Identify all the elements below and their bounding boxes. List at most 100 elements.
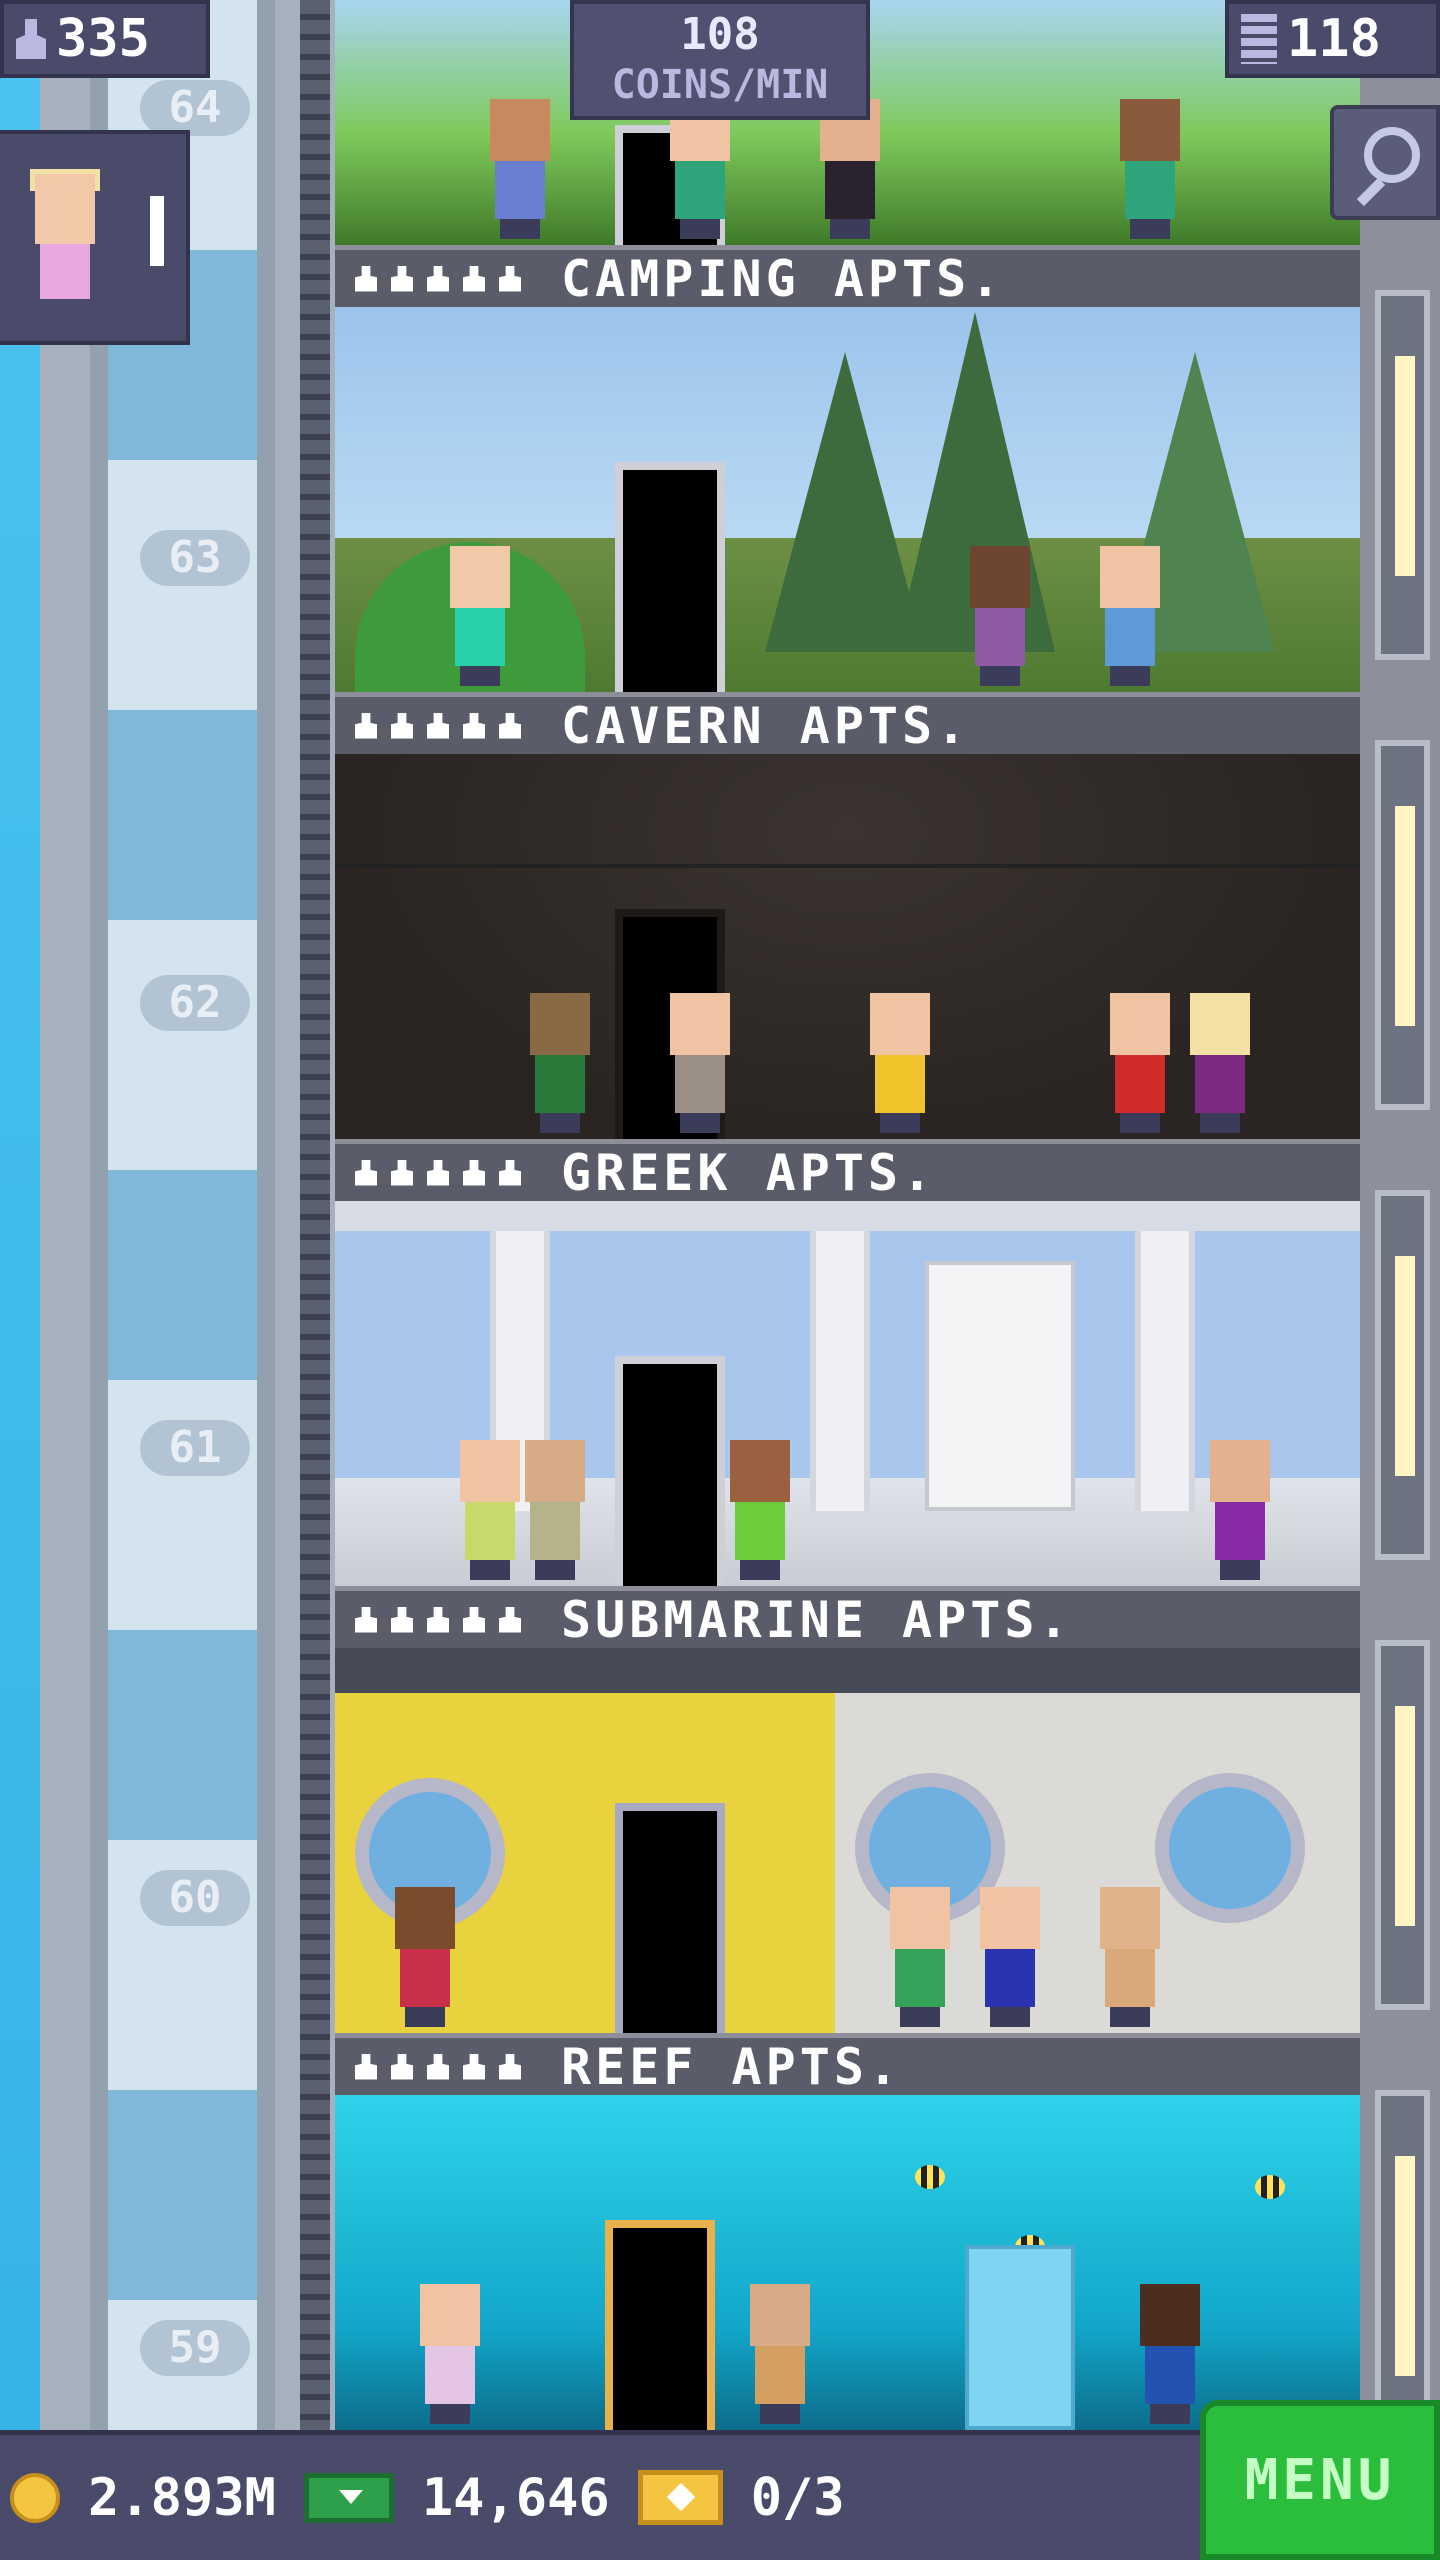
resident-slot-icon: [499, 712, 521, 739]
bookshelf-decor: [925, 1261, 1075, 1511]
fish-decor: [915, 2165, 945, 2189]
floor-name: CAVERN APTS.: [561, 696, 971, 755]
resident-slot-icon: [499, 1159, 521, 1186]
right-window: [1375, 740, 1430, 1110]
fridge-decor: [965, 2245, 1075, 2430]
right-window: [1375, 1640, 1430, 2010]
visitor-body: [40, 244, 90, 299]
floor-camping[interactable]: CAMPING APTS.: [335, 245, 1360, 692]
coins-per-min-value: 108: [680, 9, 760, 60]
magnifier-icon[interactable]: [1330, 105, 1440, 220]
menu-button[interactable]: MENU: [1200, 2400, 1440, 2560]
floor-greek[interactable]: GREEK APTS.: [335, 1139, 1360, 1586]
resident[interactable]: [815, 99, 885, 239]
resident[interactable]: [390, 1887, 460, 2027]
floor-number-63: 63: [140, 530, 250, 586]
floor-cavern[interactable]: CAVERN APTS.: [335, 692, 1360, 1139]
floor-scene: [335, 307, 1360, 692]
resident[interactable]: [445, 546, 515, 686]
resident-slot-icon: [427, 712, 449, 739]
porthole-decor: [1155, 1773, 1305, 1923]
elevator-door: [605, 2220, 715, 2430]
population-badge[interactable]: 335: [0, 0, 210, 78]
floor-number-64: 64: [140, 80, 250, 136]
elevator-glass[interactable]: [90, 0, 275, 2430]
floor-number-59: 59: [140, 2320, 250, 2376]
resident-slot-icon: [391, 1606, 413, 1633]
resident-slot-icon: [355, 265, 377, 292]
floor-label-bar: REEF APTS.: [335, 2033, 1360, 2096]
resident-slot-icon: [499, 1606, 521, 1633]
resident[interactable]: [865, 993, 935, 1133]
resident[interactable]: [885, 1887, 955, 2027]
resident[interactable]: [1115, 99, 1185, 239]
floor-count: 118: [1287, 9, 1381, 69]
coins-amount[interactable]: 2.893M: [88, 2468, 276, 2528]
floor-name: CAMPING APTS.: [561, 249, 1005, 308]
resident-slot-icon: [355, 2053, 377, 2080]
floor-rating: [355, 1159, 521, 1186]
resident-slot-icon: [391, 265, 413, 292]
bux-icon: [303, 2472, 394, 2523]
resident[interactable]: [1105, 993, 1175, 1133]
resident-slot-icon: [427, 1606, 449, 1633]
floor-scene: [335, 1201, 1360, 1586]
fish-decor: [1255, 2175, 1285, 2199]
resident[interactable]: [1205, 1440, 1275, 1580]
floor-reef[interactable]: REEF APTS.: [335, 2033, 1360, 2430]
resident-slot-icon: [355, 1606, 377, 1633]
resident[interactable]: [1135, 2284, 1205, 2424]
resident[interactable]: [965, 546, 1035, 686]
person-icon: [16, 19, 46, 59]
building-icon: [1241, 14, 1277, 64]
resident-slot-icon: [463, 265, 485, 292]
resident-slot-icon: [391, 1159, 413, 1186]
elevator-rail: [300, 0, 330, 2430]
floor-rating: [355, 265, 521, 292]
floors-badge[interactable]: 118: [1225, 0, 1440, 78]
resident-slot-icon: [427, 1159, 449, 1186]
floor-label-bar: GREEK APTS.: [335, 1139, 1360, 1202]
resident[interactable]: [745, 2284, 815, 2424]
resident-slot-icon: [499, 2053, 521, 2080]
coins-per-min-display: 108 COINS/MIN: [570, 0, 870, 120]
resident-slot-icon: [463, 712, 485, 739]
tickets-count[interactable]: 0/3: [751, 2468, 845, 2528]
elevator-door: [615, 462, 725, 692]
resident-slot-icon: [355, 1159, 377, 1186]
resident[interactable]: [415, 2284, 485, 2424]
resident[interactable]: [520, 1440, 590, 1580]
floor-scene: [335, 2095, 1360, 2430]
floor-number-62: 62: [140, 975, 250, 1031]
floor-rating: [355, 1606, 521, 1633]
floor-label-bar: CAMPING APTS.: [335, 245, 1360, 308]
floor-rating: [355, 2053, 521, 2080]
floor-submarine[interactable]: SUBMARINE APTS.: [335, 1586, 1360, 2033]
resident[interactable]: [1095, 546, 1165, 686]
resident-slot-icon: [427, 265, 449, 292]
resident-slot-icon: [427, 2053, 449, 2080]
visitor-face: [35, 174, 95, 244]
resident[interactable]: [665, 993, 735, 1133]
exclamation-icon: [150, 196, 164, 266]
floor-name: GREEK APTS.: [561, 1143, 937, 1202]
resident[interactable]: [485, 99, 555, 239]
resident[interactable]: [725, 1440, 795, 1580]
resident[interactable]: [975, 1887, 1045, 2027]
floor-number-60: 60: [140, 1870, 250, 1926]
resident[interactable]: [1185, 993, 1255, 1133]
ticket-icon: [637, 2470, 723, 2525]
resident[interactable]: [1095, 1887, 1165, 2027]
floor-scene: [335, 754, 1360, 1139]
resident[interactable]: [525, 993, 595, 1133]
resident[interactable]: [455, 1440, 525, 1580]
bux-amount[interactable]: 14,646: [422, 2468, 610, 2528]
floor-number-61: 61: [140, 1420, 250, 1476]
resident[interactable]: [665, 99, 735, 239]
resident-slot-icon: [499, 265, 521, 292]
string-lights: [335, 864, 1360, 868]
visitor-notification[interactable]: [0, 130, 190, 345]
resident-slot-icon: [463, 1159, 485, 1186]
floor-scene: [335, 1648, 1360, 2033]
right-window: [1375, 1190, 1430, 1560]
